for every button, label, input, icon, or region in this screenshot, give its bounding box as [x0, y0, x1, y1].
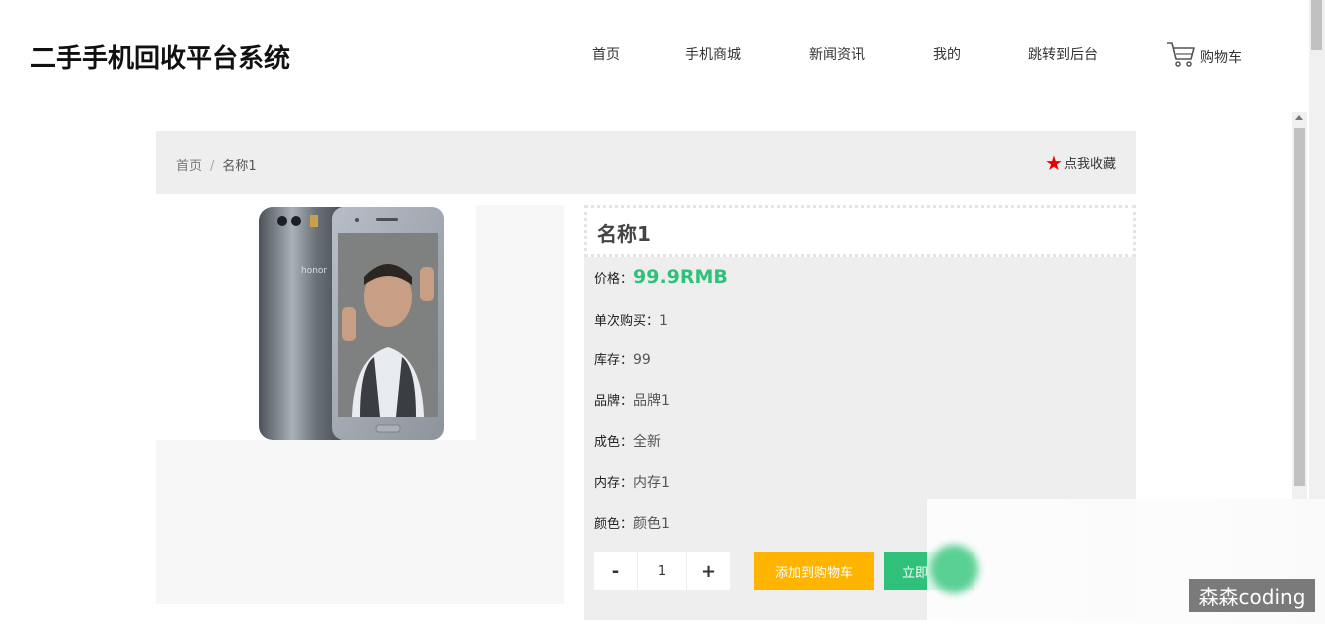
nav-item-phone-mall[interactable]: 手机商城: [685, 44, 741, 64]
blurred-button-fragment: [930, 545, 978, 593]
svg-text:honor: honor: [301, 266, 327, 276]
brand-row: 品牌：品牌1: [594, 390, 670, 410]
add-to-cart-button[interactable]: 添加到购物车: [754, 552, 874, 590]
color-label: 颜色：: [594, 517, 634, 532]
price-value: 99.9RMB: [633, 266, 728, 288]
favorite-button[interactable]: ★ 点我收藏: [1045, 150, 1116, 175]
scroll-up-arrow-icon[interactable]: [1295, 115, 1303, 120]
breadcrumb-bar: 首页 / 名称1 ★ 点我收藏: [156, 131, 1136, 194]
nav-item-news[interactable]: 新闻资讯: [809, 44, 865, 64]
min-buy-value: 1: [659, 313, 668, 329]
breadcrumb-home[interactable]: 首页: [176, 159, 202, 174]
min-buy-row: 单次购买：1: [594, 310, 668, 329]
favorite-label: 点我收藏: [1063, 157, 1116, 172]
color-row: 颜色：颜色1: [594, 513, 670, 533]
storage-row: 内存：内存1: [594, 472, 670, 492]
cart-link[interactable]: 购物车: [1166, 40, 1242, 68]
product-image-area: honor: [156, 205, 564, 604]
storage-label: 内存：: [594, 476, 634, 491]
cart-label: 购物车: [1200, 50, 1242, 66]
increase-button[interactable]: +: [687, 552, 730, 590]
stock-row: 库存：99: [594, 349, 651, 368]
condition-label: 成色：: [594, 435, 634, 450]
price-row: 价格：99.9RMB: [594, 266, 728, 288]
nav-item-mine[interactable]: 我的: [933, 44, 961, 64]
decrease-button[interactable]: -: [594, 552, 637, 590]
condition-row: 成色：全新: [594, 431, 661, 451]
watermark: 森森coding: [1189, 579, 1315, 612]
product-image: honor: [259, 207, 444, 440]
content-scrollbar-thumb[interactable]: [1294, 128, 1305, 486]
storage-value: 内存1: [633, 475, 670, 491]
brand-value: 品牌1: [633, 393, 670, 409]
product-name: 名称1: [597, 222, 651, 246]
stock-value: 99: [633, 352, 651, 368]
nav-item-admin[interactable]: 跳转到后台: [1028, 44, 1098, 64]
main-nav: 首页 手机商城 新闻资讯 我的 跳转到后台: [0, 44, 1260, 64]
content-scrollbar[interactable]: [1292, 112, 1307, 502]
breadcrumb-current: 名称1: [222, 159, 257, 174]
product-name-box: 名称1: [584, 205, 1136, 257]
brand-label: 品牌：: [594, 394, 634, 409]
quantity-stepper: - 1 +: [594, 552, 730, 590]
page-scrollbar-thumb[interactable]: [1311, 0, 1322, 50]
breadcrumb: 首页 / 名称1: [176, 155, 257, 174]
star-icon: ★: [1045, 150, 1063, 175]
quantity-input[interactable]: 1: [638, 552, 686, 590]
breadcrumb-separator: /: [210, 159, 215, 174]
color-value: 颜色1: [633, 516, 670, 532]
min-buy-label: 单次购买：: [594, 314, 660, 329]
price-label: 价格：: [594, 272, 634, 287]
condition-value: 全新: [633, 434, 662, 450]
stock-label: 库存：: [594, 353, 634, 368]
nav-item-home[interactable]: 首页: [592, 44, 620, 64]
cart-icon: [1167, 42, 1195, 67]
